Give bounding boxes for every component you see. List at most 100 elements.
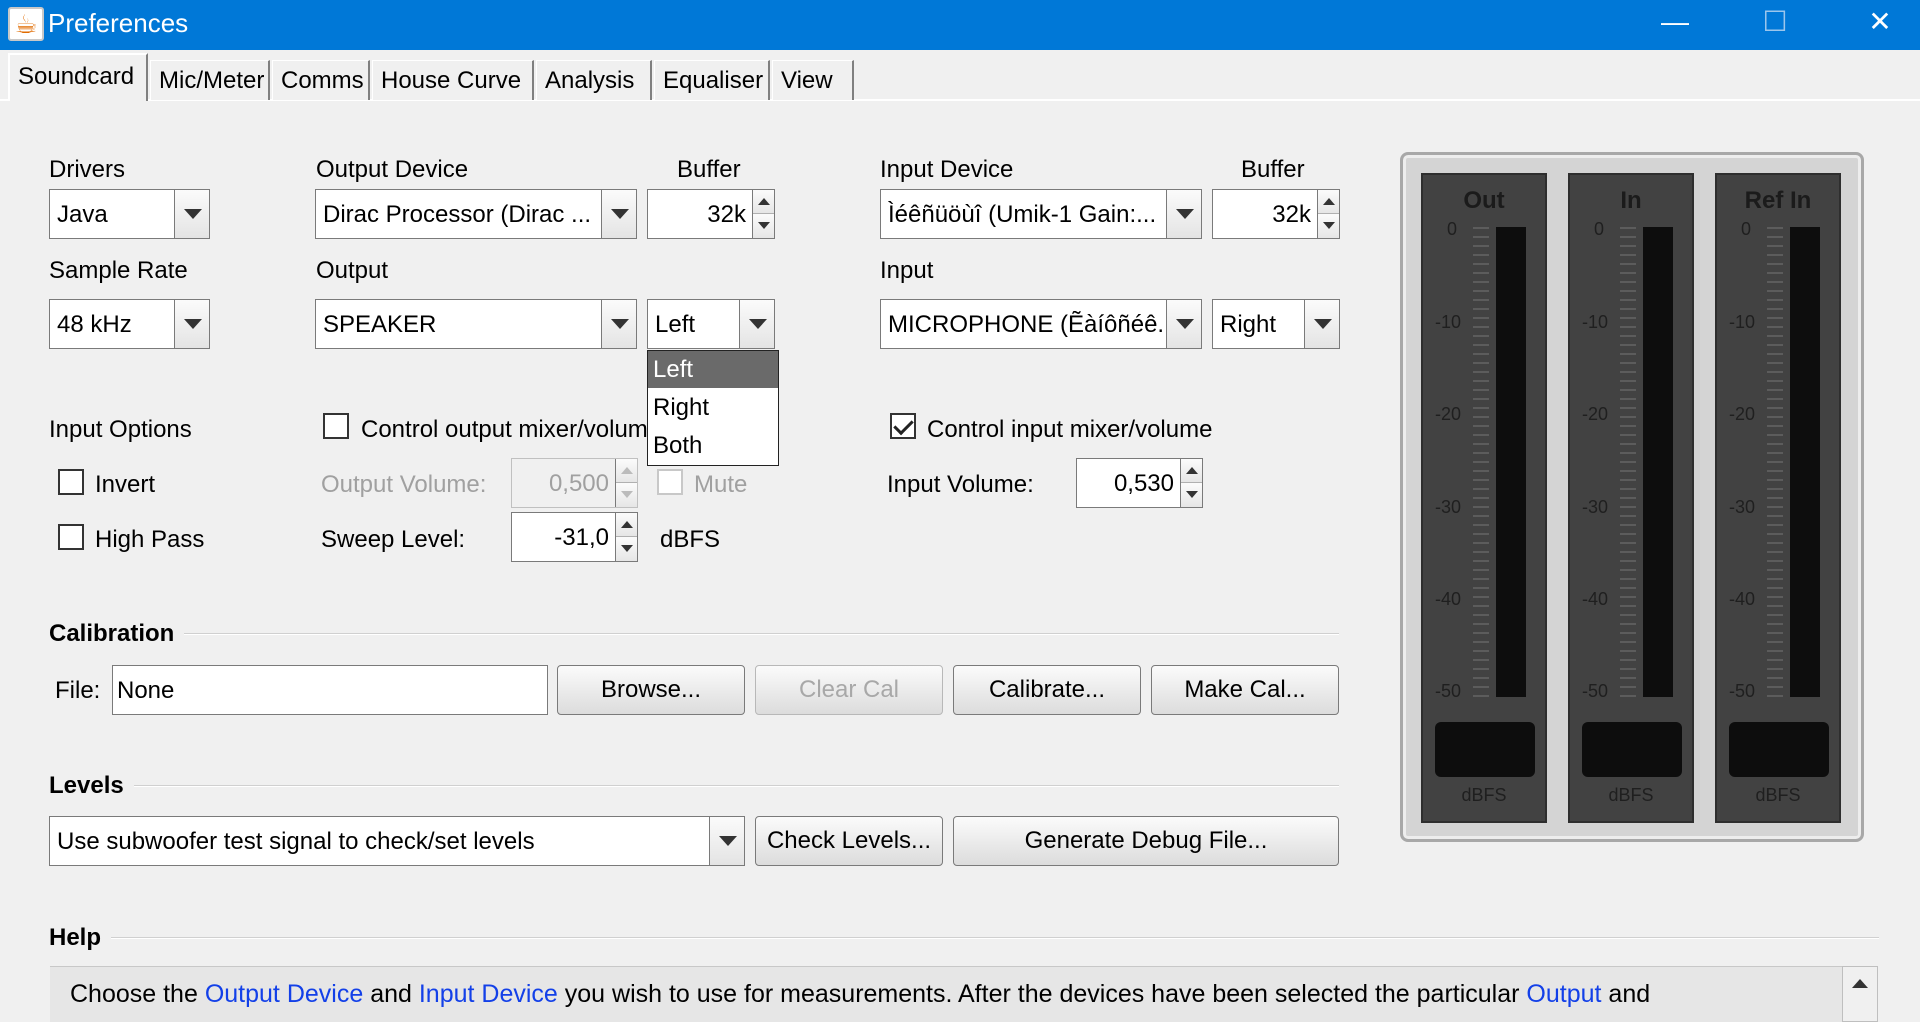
chevron-down-icon[interactable] [709,817,744,865]
help-text-segment: Choose the [70,980,205,1008]
java-icon: ☕ [8,7,44,41]
spinner-down-icon[interactable] [616,537,637,561]
spinner-down-icon[interactable] [616,483,637,507]
tab-house-curve[interactable]: House Curve [372,60,534,100]
input-volume-label: Input Volume: [887,471,1034,498]
output-device-label: Output Device [316,156,469,183]
spinner-up-icon[interactable] [616,459,637,483]
levels-heading: Levels [49,772,134,800]
output-buffer-spinner[interactable]: 32k [647,189,775,239]
output-device-combo[interactable]: Dirac Processor (Dirac ... [315,189,637,239]
meter-title: Ref In [1744,187,1812,214]
spinner-up-icon[interactable] [616,513,637,537]
drivers-label: Drivers [49,156,125,183]
sweep-level-spinner[interactable]: -31,0 [511,512,638,562]
spinner-down-icon[interactable] [1181,483,1202,507]
meter-scale [1620,227,1636,697]
high-pass-checkbox[interactable] [58,524,84,550]
levels-mode-combo[interactable]: Use subwoofer test signal to check/set l… [49,816,745,866]
chevron-down-icon[interactable] [1166,190,1201,238]
input-channel-value: Right [1220,311,1277,338]
chevron-down-icon[interactable] [174,190,209,238]
input-device-combo[interactable]: Ìéêñüöùî (Umik-1 Gain:... [880,189,1202,239]
mute-checkbox[interactable] [657,469,683,495]
dropdown-option-right[interactable]: Right [648,389,778,426]
meter-tick-label: -20 [1729,404,1756,424]
meter-level-bar [1643,227,1673,697]
invert-label: Invert [95,471,156,498]
input-channel-combo[interactable]: Right [1212,299,1340,349]
meter-tick-label: -50 [1435,681,1462,701]
calibration-divider [49,633,1339,635]
meter-unit-label: dBFS [1755,785,1801,805]
input-buffer-spinner[interactable]: 32k [1212,189,1340,239]
spinner-up-icon[interactable] [753,190,774,214]
calibrate-button[interactable]: Calibrate... [953,665,1141,715]
output-volume-spinner[interactable]: 0,500 [511,458,638,508]
help-link-output[interactable]: Output [1526,980,1601,1008]
meter-tick-label: -20 [1435,404,1462,424]
spinner-down-icon[interactable] [753,214,774,238]
check-levels-button[interactable]: Check Levels... [755,816,943,866]
sample-rate-combo[interactable]: 48 kHz [49,299,210,349]
help-link-output-device[interactable]: Output Device [205,980,363,1008]
input-volume-spinner[interactable]: 0,530 [1076,458,1203,508]
meter-peak-display [1582,722,1682,777]
meter-level-bar [1790,227,1820,697]
chevron-down-icon[interactable] [601,300,636,348]
help-link-input-device[interactable]: Input Device [419,980,558,1008]
spinner-down-icon[interactable] [1318,214,1339,238]
dropdown-option-left[interactable]: Left [648,351,778,388]
close-button[interactable]: ✕ [1850,0,1910,50]
tab-soundcard[interactable]: Soundcard [8,53,148,101]
help-text-segment: and [363,980,419,1008]
chevron-down-icon[interactable] [1304,300,1339,348]
chevron-down-icon[interactable] [1166,300,1201,348]
chevron-down-icon[interactable] [601,190,636,238]
chevron-down-icon[interactable] [739,300,774,348]
tab-mic-meter[interactable]: Mic/Meter [150,60,270,100]
output-channel-combo[interactable]: Left [647,299,775,349]
minimize-button[interactable]: — [1645,0,1705,50]
clear-cal-button[interactable]: Clear Cal [755,665,943,715]
control-input-checkbox[interactable] [890,413,916,439]
input-buffer-label: Buffer [1241,156,1305,183]
invert-checkbox[interactable] [58,469,84,495]
maximize-button[interactable]: ☐ [1745,0,1805,50]
meter-ref-in: Ref In 0 -10 -20 -30 -40 -50 dBFS [1715,173,1841,823]
control-output-checkbox[interactable] [323,413,349,439]
input-value: MICROPHONE (Ẽàíôñéê... [888,311,1164,338]
input-volume-value: 0,530 [1113,470,1174,497]
spinner-up-icon[interactable] [1181,459,1202,483]
tab-equaliser[interactable]: Equaliser [654,60,770,100]
tab-analysis[interactable]: Analysis [536,60,652,100]
browse-button[interactable]: Browse... [557,665,745,715]
calibration-heading: Calibration [49,620,185,648]
meter-scale [1473,227,1489,697]
dropdown-option-both[interactable]: Both [648,427,778,464]
meter-out: Out 0 -10 -20 -30 -40 -50 dBFS [1421,173,1547,823]
meter-tick-label: -30 [1729,497,1756,517]
make-cal-button[interactable]: Make Cal... [1151,665,1339,715]
meter-scale [1767,227,1783,697]
chevron-down-icon[interactable] [174,300,209,348]
tab-view[interactable]: View [772,60,854,100]
levels-mode-value: Use subwoofer test signal to check/set l… [57,828,535,855]
control-output-label: Control output mixer/volume [361,416,662,443]
drivers-combo[interactable]: Java [49,189,210,239]
input-combo[interactable]: MICROPHONE (Ẽàíôñéê... [880,299,1202,349]
output-combo[interactable]: SPEAKER [315,299,637,349]
calibration-file-value: None [117,677,175,704]
meter-unit-label: dBFS [1608,785,1654,805]
meter-tick-label: 0 [1447,219,1458,239]
tab-comms[interactable]: Comms [272,60,370,100]
sweep-level-unit: dBFS [660,526,721,553]
help-scroll-up-button[interactable] [1842,966,1878,1022]
meter-level-bar [1496,227,1526,697]
generate-debug-file-button[interactable]: Generate Debug File... [953,816,1339,866]
calibration-file-field[interactable]: None [112,665,548,715]
help-text-segment: you wish to use for measurements. After … [557,980,1527,1008]
spinner-up-icon[interactable] [1318,190,1339,214]
title-bar[interactable] [0,0,1920,50]
file-label: File: [55,677,101,704]
